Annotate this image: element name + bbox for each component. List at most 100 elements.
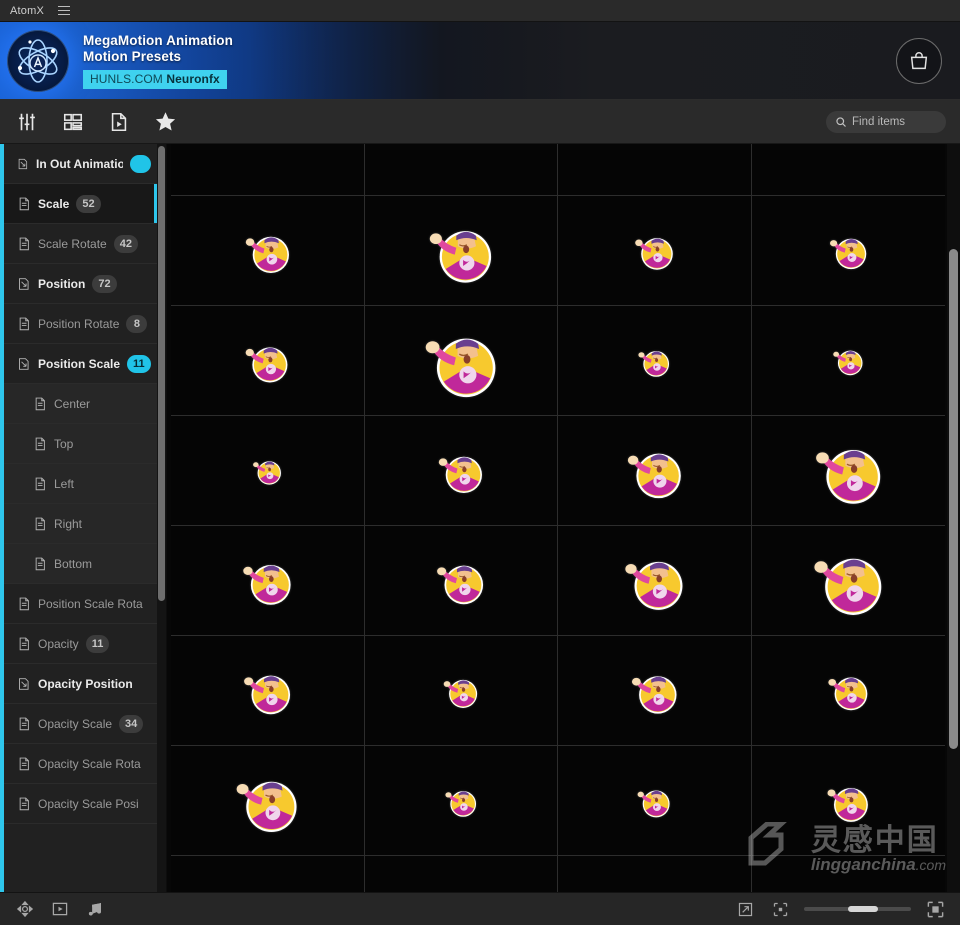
sidebar-item-right[interactable]: Right	[0, 504, 157, 544]
preset-cell[interactable]	[364, 636, 558, 746]
sidebar-scrollbar-thumb[interactable]	[158, 146, 165, 601]
shopping-bag-icon[interactable]	[896, 37, 942, 84]
bottom-bar	[0, 892, 960, 925]
search-input[interactable]: Find items	[826, 110, 946, 133]
thumbnail-size-slider[interactable]	[804, 906, 911, 912]
preset-cell[interactable]	[364, 746, 558, 856]
sidebar-item-opacity-position[interactable]: Opacity Position	[0, 664, 157, 704]
grid-small-icon[interactable]	[769, 898, 791, 920]
banner-text-block: MegaMotion Animation Motion Presets HUNL…	[83, 33, 233, 89]
preset-cell[interactable]	[171, 416, 365, 526]
sliders-icon[interactable]	[14, 109, 40, 135]
category-sidebar: In Out Animations Scale 52 Scale Rotate 42 Po…	[0, 144, 167, 892]
animated-character-preview	[833, 351, 863, 376]
sidebar-item-left[interactable]: Left	[0, 464, 157, 504]
preset-cell[interactable]	[751, 144, 945, 196]
play-box-icon[interactable]	[49, 898, 71, 920]
view-controls	[734, 898, 946, 920]
search-placeholder: Find items	[852, 115, 906, 128]
preset-cell[interactable]	[558, 746, 752, 856]
preset-cell[interactable]	[558, 306, 752, 416]
sidebar-item-in-out-animations[interactable]: In Out Animations	[0, 144, 157, 184]
hamburger-menu-icon[interactable]	[58, 5, 71, 16]
preset-cell[interactable]	[171, 306, 365, 416]
app-name: AtomX	[10, 4, 45, 17]
transform-move-icon[interactable]	[14, 898, 36, 920]
preset-cell[interactable]	[171, 526, 365, 636]
preset-cell[interactable]	[751, 746, 945, 856]
title-bar: AtomX	[0, 0, 960, 22]
banner-title-line2: Motion Presets	[83, 48, 182, 64]
banner-title-line1: MegaMotion Animation	[83, 32, 233, 48]
preset-cell[interactable]	[171, 196, 365, 306]
preset-cell[interactable]	[171, 856, 365, 892]
slider-handle[interactable]	[847, 906, 878, 912]
preset-cell[interactable]	[558, 144, 752, 196]
preset-cell[interactable]	[558, 856, 752, 892]
sidebar-item-position[interactable]: Position 72	[0, 264, 157, 304]
sidebar-item-top[interactable]: Top	[0, 424, 157, 464]
content-scrollbar-thumb[interactable]	[949, 249, 958, 749]
preset-cell[interactable]	[558, 196, 752, 306]
preset-cell[interactable]	[751, 306, 945, 416]
sidebar-scrollbar-track[interactable]	[157, 144, 166, 892]
banner-tag-prefix: HUNLS.COM	[90, 71, 163, 86]
sidebar-item-position-scale[interactable]: Position Scale 11	[0, 344, 157, 384]
sidebar-item-label: Right	[54, 516, 83, 531]
sidebar-item-count-badge: 8	[126, 314, 148, 333]
preset-cell[interactable]	[364, 526, 558, 636]
sidebar-item-position-rotate[interactable]: Position Rotate 8	[0, 304, 157, 344]
animated-character-preview	[243, 675, 290, 715]
preset-cell[interactable]	[364, 416, 558, 526]
expand-arrow-icon[interactable]	[734, 898, 756, 920]
preset-cell[interactable]	[171, 144, 365, 196]
preset-cell[interactable]	[558, 416, 752, 526]
sidebar-item-scale-rotate[interactable]: Scale Rotate 42	[0, 224, 157, 264]
preset-grid[interactable]	[171, 144, 945, 892]
preset-cell[interactable]	[558, 526, 752, 636]
sidebar-item-opacity-scale-rota[interactable]: Opacity Scale Rota	[0, 744, 157, 784]
preset-cell[interactable]	[171, 746, 365, 856]
sidebar-item-label: Opacity Scale Posi	[38, 796, 139, 811]
preset-cell[interactable]	[751, 196, 945, 306]
file-play-icon[interactable]	[106, 109, 132, 135]
preset-cell[interactable]	[364, 306, 558, 416]
sidebar-item-opacity[interactable]: Opacity 11	[0, 624, 157, 664]
preset-cell[interactable]	[751, 416, 945, 526]
sidebar-item-bottom[interactable]: Bottom	[0, 544, 157, 584]
sidebar-item-label: Position	[38, 276, 86, 291]
preset-cell[interactable]	[751, 636, 945, 746]
sidebar-list[interactable]: In Out Animations Scale 52 Scale Rotate 42 Po…	[0, 144, 157, 892]
preset-cell[interactable]	[364, 196, 558, 306]
file-icon	[35, 517, 45, 530]
animated-character-preview	[245, 236, 289, 273]
preset-cell[interactable]	[364, 856, 558, 892]
banner-tag-brand: Neuronfx	[166, 71, 220, 86]
preset-cell[interactable]	[751, 856, 945, 892]
sidebar-item-opacity-scale-posi[interactable]: Opacity Scale Posi	[0, 784, 157, 824]
sidebar-item-label: Opacity Scale	[38, 716, 113, 731]
sidebar-item-scale[interactable]: Scale 52	[0, 184, 157, 224]
sidebar-item-opacity-scale[interactable]: Opacity Scale 34	[0, 704, 157, 744]
sidebar-item-count-badge: 52	[76, 194, 101, 213]
preset-cell[interactable]	[558, 636, 752, 746]
grid-large-icon[interactable]	[924, 898, 946, 920]
preset-cell[interactable]	[171, 636, 365, 746]
preset-cell[interactable]	[751, 526, 945, 636]
preset-cell[interactable]	[364, 144, 558, 196]
music-note-icon[interactable]	[84, 898, 106, 920]
sidebar-item-label: Left	[54, 476, 75, 491]
file-icon	[19, 637, 29, 650]
layout-list-icon[interactable]	[60, 109, 86, 135]
animated-character-preview	[828, 677, 868, 711]
animated-character-preview	[829, 238, 867, 270]
sidebar-item-center[interactable]: Center	[0, 384, 157, 424]
star-icon[interactable]	[152, 109, 178, 135]
sidebar-item-label: In Out Animations	[36, 156, 123, 171]
file-icon	[19, 197, 29, 210]
sidebar-item-label: Top	[54, 436, 74, 451]
animated-character-preview	[236, 781, 297, 832]
sidebar-item-position-scale-rota[interactable]: Position Scale Rota	[0, 584, 157, 624]
animated-character-preview	[827, 787, 869, 822]
content-scrollbar-track[interactable]	[947, 144, 960, 892]
